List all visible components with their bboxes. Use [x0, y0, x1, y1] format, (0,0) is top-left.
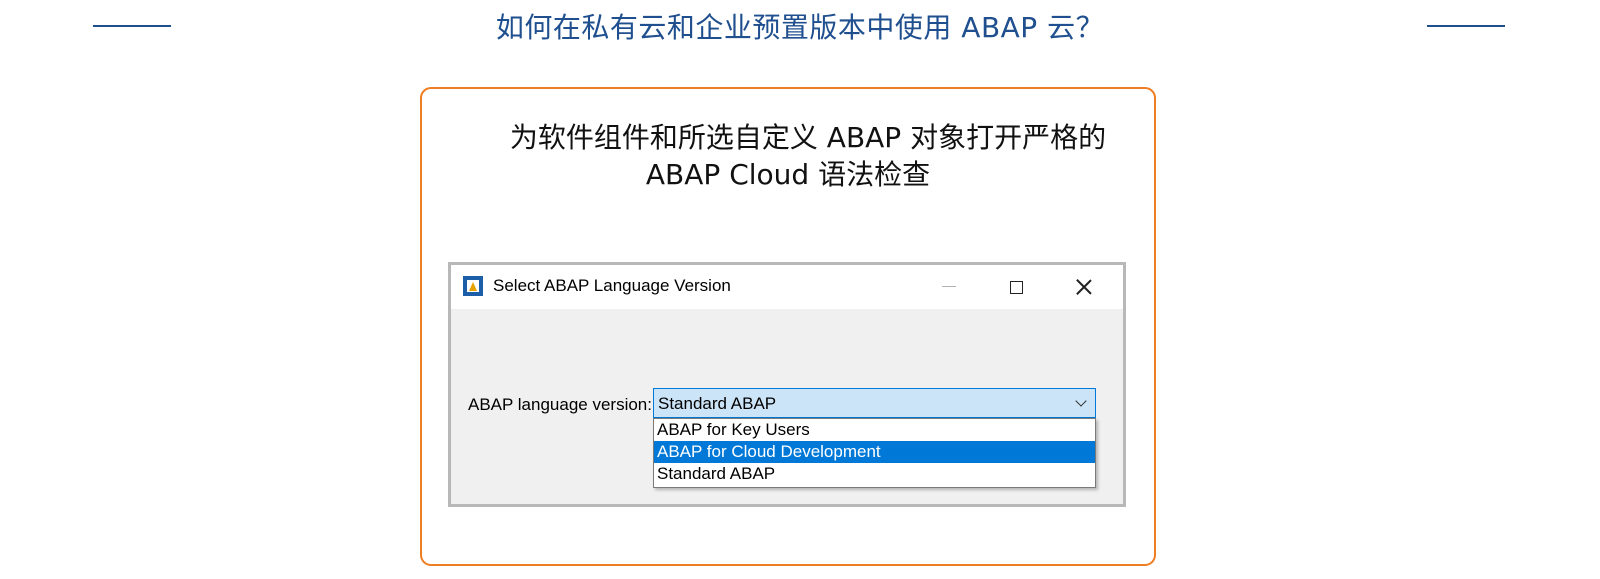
language-version-dropdown: ABAP for Key Users ABAP for Cloud Develo…	[653, 418, 1096, 488]
maximize-button[interactable]	[989, 265, 1043, 309]
headline-line-1: 为软件组件和所选自定义 ABAP 对象打开严格的	[509, 121, 1107, 154]
page-title: 如何在私有云和企业预置版本中使用 ABAP 云？	[495, 11, 1105, 44]
right-decorative-line	[1427, 25, 1505, 27]
card-headline: 为软件组件和所选自定义 ABAP 对象打开严格的 ABAP Cloud 语法检查	[422, 119, 1154, 193]
selected-value: Standard ABAP	[658, 394, 777, 413]
close-button[interactable]	[1057, 265, 1111, 309]
maximize-icon	[1009, 280, 1023, 294]
chevron-down-icon[interactable]	[1075, 395, 1087, 407]
option-abap-for-cloud-development[interactable]: ABAP for Cloud Development	[654, 441, 1095, 463]
content-card: 为软件组件和所选自定义 ABAP 对象打开严格的 ABAP Cloud 语法检查…	[420, 87, 1156, 566]
minimize-button[interactable]	[922, 265, 976, 309]
slide: 如何在私有云和企业预置版本中使用 ABAP 云？ 为软件组件和所选自定义 ABA…	[0, 0, 1600, 579]
minimize-icon	[942, 285, 956, 287]
dialog-titlebar[interactable]: Select ABAP Language Version	[451, 265, 1123, 309]
headline-line-2: ABAP Cloud 语法检查	[645, 158, 931, 191]
language-version-select[interactable]: Standard ABAP	[653, 388, 1096, 418]
close-icon	[1076, 279, 1092, 295]
language-version-label: ABAP language version:	[468, 395, 652, 414]
dialog-title: Select ABAP Language Version	[493, 276, 731, 295]
abap-app-icon	[463, 276, 483, 296]
option-abap-for-key-users[interactable]: ABAP for Key Users	[654, 419, 1095, 441]
language-version-dialog: Select ABAP Language Version ABAP langua…	[448, 262, 1126, 507]
option-standard-abap[interactable]: Standard ABAP	[654, 463, 1095, 485]
